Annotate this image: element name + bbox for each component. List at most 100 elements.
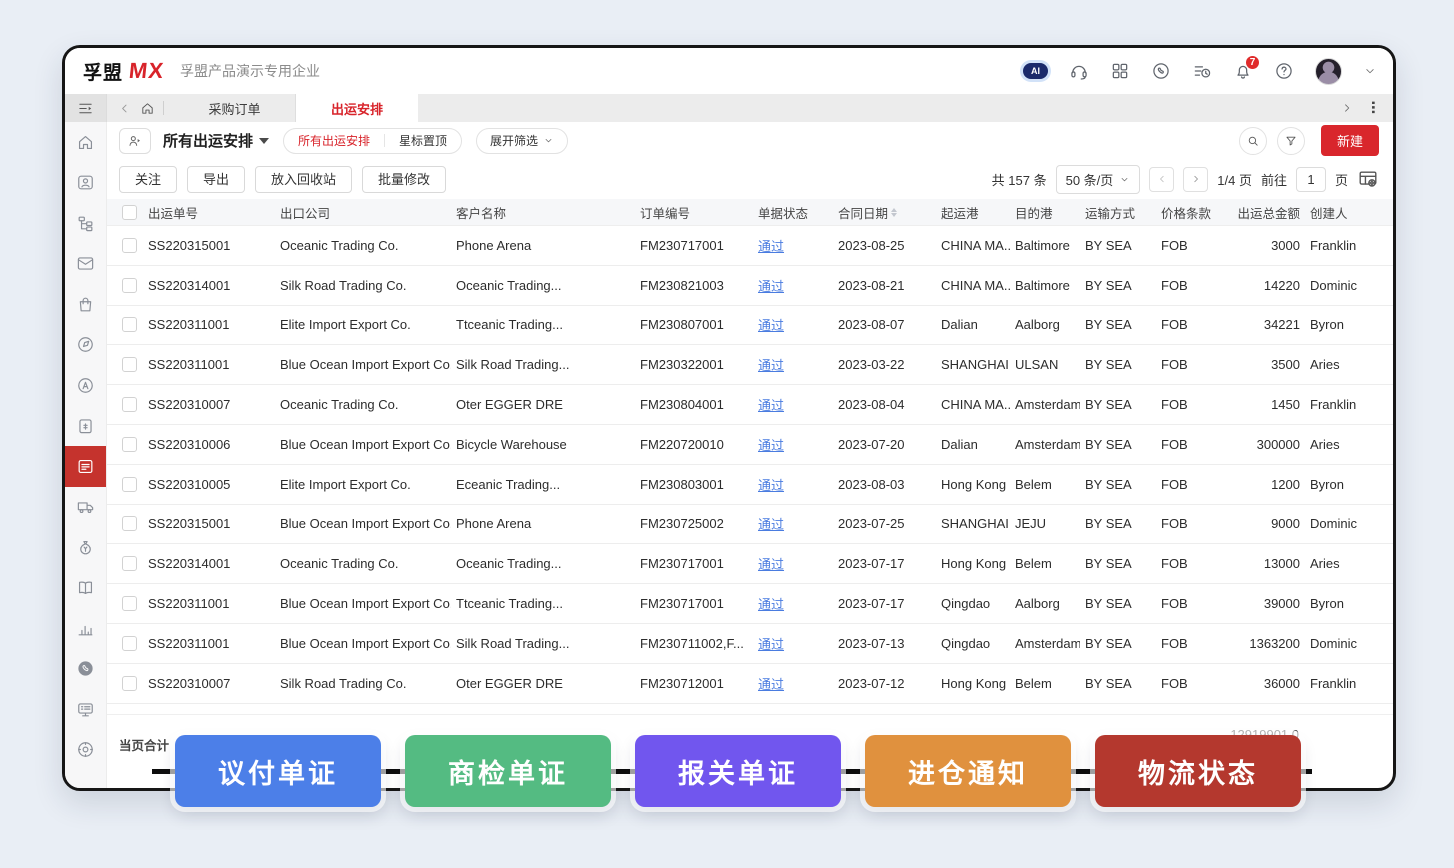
- toolbar-button-批量修改[interactable]: 批量修改: [362, 166, 446, 193]
- doc-status-link[interactable]: 通过: [758, 398, 784, 413]
- home-icon[interactable]: [140, 101, 155, 116]
- cell-total-amount: 39000: [1230, 596, 1302, 611]
- toolbar-button-放入回收站[interactable]: 放入回收站: [255, 166, 352, 193]
- column-settings-icon[interactable]: [1357, 168, 1379, 190]
- ai-assistant-button[interactable]: AI: [1023, 63, 1048, 79]
- task-list-icon[interactable]: [1192, 61, 1212, 81]
- table-row[interactable]: SS220315001Blue Ocean Import Export Co.P…: [107, 505, 1393, 545]
- sidebar-item-logistics[interactable]: [65, 487, 106, 528]
- table-row[interactable]: SS220314001Silk Road Trading Co.Oceanic …: [107, 266, 1393, 306]
- doc-status-link[interactable]: 通过: [758, 478, 784, 493]
- goto-unit: 页: [1335, 170, 1348, 189]
- row-checkbox[interactable]: [122, 397, 137, 412]
- view-dropdown-caret-icon[interactable]: [259, 138, 269, 144]
- column-header-运输方式: 运输方式: [1080, 203, 1156, 222]
- user-avatar[interactable]: [1315, 58, 1342, 85]
- doc-status-link[interactable]: 通过: [758, 358, 784, 373]
- doc-status-link[interactable]: 通过: [758, 279, 784, 294]
- help-icon[interactable]: [1274, 61, 1294, 81]
- sidebar-item-whatsapp-filled[interactable]: [65, 649, 106, 690]
- chevron-down-icon[interactable]: [1363, 64, 1377, 78]
- table-row[interactable]: SS220310006Blue Ocean Import Export Co.B…: [107, 425, 1393, 465]
- flow-button-物流状态[interactable]: 物流状态: [1095, 735, 1301, 807]
- toolbar-button-关注[interactable]: 关注: [119, 166, 177, 193]
- doc-status-link[interactable]: 通过: [758, 239, 784, 254]
- create-new-button[interactable]: 新建: [1321, 125, 1379, 156]
- sort-control[interactable]: [891, 208, 897, 217]
- flow-button-报关单证[interactable]: 报关单证: [635, 735, 841, 807]
- row-checkbox[interactable]: [122, 636, 137, 651]
- table-row[interactable]: SS220310007Silk Road Trading Co.Oter EGG…: [107, 664, 1393, 704]
- doc-status-link[interactable]: 通过: [758, 677, 784, 692]
- sidebar-item-ledger[interactable]: [65, 568, 106, 609]
- search-button[interactable]: [1239, 127, 1267, 155]
- table-row[interactable]: SS220311001Blue Ocean Import Export Co.T…: [107, 584, 1393, 624]
- goto-page-input[interactable]: [1296, 167, 1326, 192]
- table-row[interactable]: SS220314001Oceanic Trading Co.Oceanic Tr…: [107, 544, 1393, 584]
- tab-bar: 采购订单出运安排 ⋯: [65, 94, 1393, 122]
- sidebar-item-reports[interactable]: [65, 608, 106, 649]
- sidebar-item-finance[interactable]: [65, 527, 106, 568]
- sidebar-item-home[interactable]: [65, 122, 106, 163]
- view-title[interactable]: 所有出运安排: [163, 130, 253, 151]
- sidebar-item-customers[interactable]: [65, 163, 106, 204]
- tab-采购订单[interactable]: 采购订单: [174, 94, 296, 122]
- sidebar-item-marketing[interactable]: [65, 365, 106, 406]
- row-checkbox[interactable]: [122, 556, 137, 571]
- doc-status-link[interactable]: 通过: [758, 438, 784, 453]
- page-size-select[interactable]: 50 条/页: [1056, 165, 1141, 194]
- cell-order-no: FM230803001: [635, 477, 753, 492]
- sidebar-item-mail[interactable]: [65, 244, 106, 285]
- sidebar-item-shipments[interactable]: [65, 446, 106, 487]
- row-checkbox[interactable]: [122, 516, 137, 531]
- expand-filter-button[interactable]: 展开筛选: [476, 128, 568, 154]
- row-checkbox[interactable]: [122, 437, 137, 452]
- select-all-checkbox[interactable]: [122, 205, 137, 220]
- doc-status-link[interactable]: 通过: [758, 557, 784, 572]
- table-row[interactable]: SS220311001Elite Import Export Co.Ttcean…: [107, 306, 1393, 346]
- row-checkbox[interactable]: [122, 317, 137, 332]
- flow-button-商检单证[interactable]: 商检单证: [405, 735, 611, 807]
- sidebar-item-quotations[interactable]: [65, 406, 106, 447]
- row-checkbox[interactable]: [122, 676, 137, 691]
- doc-status-link[interactable]: 通过: [758, 637, 784, 652]
- advanced-filter-button[interactable]: [1277, 127, 1305, 155]
- flow-button-进仓通知[interactable]: 进仓通知: [865, 735, 1071, 807]
- sidebar-item-workbench[interactable]: [65, 689, 106, 730]
- row-checkbox[interactable]: [122, 278, 137, 293]
- next-page-button[interactable]: [1183, 167, 1208, 192]
- row-checkbox[interactable]: [122, 477, 137, 492]
- headset-icon[interactable]: [1069, 61, 1089, 81]
- sidebar-item-org-structure[interactable]: [65, 203, 106, 244]
- sidebar-item-orders[interactable]: [65, 284, 106, 325]
- flow-button-议付单证[interactable]: 议付单证: [175, 735, 381, 807]
- table-row[interactable]: SS220310007Oceanic Trading Co.Oter EGGER…: [107, 385, 1393, 425]
- doc-status-link[interactable]: 通过: [758, 517, 784, 532]
- prev-page-button[interactable]: [1149, 167, 1174, 192]
- whatsapp-icon[interactable]: [1151, 61, 1171, 81]
- table-row[interactable]: SS220315001Oceanic Trading Co.Phone Aren…: [107, 226, 1393, 266]
- tab-出运安排[interactable]: 出运安排: [296, 94, 418, 122]
- flow-button-group: 议付单证商检单证报关单证进仓通知物流状态: [175, 735, 1301, 807]
- tab-more-icon[interactable]: ⋯: [1367, 101, 1381, 116]
- filter-starred-top[interactable]: 星标置顶: [385, 129, 461, 153]
- row-checkbox[interactable]: [122, 596, 137, 611]
- row-checkbox[interactable]: [122, 238, 137, 253]
- scroll-tabs-right-icon[interactable]: [1340, 101, 1354, 115]
- filter-all-shipments[interactable]: 所有出运安排: [284, 129, 384, 153]
- table-row[interactable]: SS220310005Elite Import Export Co.Eceani…: [107, 465, 1393, 505]
- cell-transport-mode: BY SEA: [1080, 238, 1156, 253]
- back-icon[interactable]: [117, 101, 132, 116]
- doc-status-link[interactable]: 通过: [758, 318, 784, 333]
- collapse-sidebar-button[interactable]: [65, 94, 107, 122]
- table-row[interactable]: SS220311001Blue Ocean Import Export Co.S…: [107, 624, 1393, 664]
- notification-bell-icon[interactable]: 7: [1233, 61, 1253, 81]
- toolbar-button-导出[interactable]: 导出: [187, 166, 245, 193]
- owner-filter-button[interactable]: [119, 128, 151, 154]
- cell-transport-mode: BY SEA: [1080, 676, 1156, 691]
- doc-status-link[interactable]: 通过: [758, 597, 784, 612]
- sidebar-item-discover[interactable]: [65, 325, 106, 366]
- table-row[interactable]: SS220311001Blue Ocean Import Export Co.S…: [107, 345, 1393, 385]
- app-grid-icon[interactable]: [1110, 61, 1130, 81]
- row-checkbox[interactable]: [122, 357, 137, 372]
